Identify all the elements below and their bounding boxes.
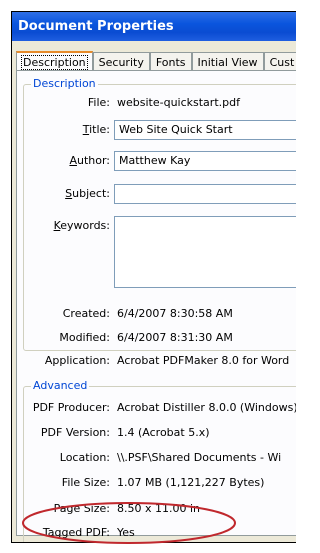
advanced-legend: Advanced [31, 379, 90, 392]
pdf-version-label: PDF Version: [40, 426, 110, 439]
subject-label: Subject: [65, 187, 110, 200]
title-label: Title: [82, 123, 110, 136]
tab-strip: Description Security Fonts Initial View Cust [16, 49, 296, 73]
page-size-value: 8.50 x 11.00 in [117, 502, 201, 515]
subject-field[interactable] [114, 184, 296, 204]
tab-fonts[interactable]: Fonts [149, 52, 192, 71]
application-label: Application: [44, 354, 110, 367]
pdf-version-value: 1.4 (Acrobat 5.x) [117, 426, 210, 439]
file-value: website-quickstart.pdf [117, 96, 240, 109]
location-value: \\.PSF\Shared Documents - Wi [117, 451, 282, 464]
document-properties-window: Document Properties Description Security F… [11, 11, 296, 543]
modified-label: Modified: [59, 331, 110, 344]
file-size-label: File Size: [61, 476, 110, 489]
tagged-pdf-label: Tagged PDF: [42, 526, 110, 539]
tab-initial-view[interactable]: Initial View [191, 52, 264, 71]
tab-security[interactable]: Security [92, 52, 150, 71]
modified-value: 6/4/2007 8:31:30 AM [117, 331, 233, 344]
pdf-producer-label: PDF Producer: [32, 401, 110, 414]
file-size-value: 1.07 MB (1,121,227 Bytes) [117, 476, 265, 489]
author-label: Author: [69, 154, 110, 167]
file-label: File: [87, 96, 110, 109]
application-value: Acrobat PDFMaker 8.0 for Word [117, 354, 290, 367]
page-size-label: Page Size: [53, 502, 110, 515]
author-field[interactable]: Matthew Kay [114, 151, 296, 171]
keywords-field[interactable] [114, 216, 296, 288]
tab-custom[interactable]: Cust [263, 52, 296, 71]
title-field[interactable]: Web Site Quick Start [114, 120, 296, 140]
created-label: Created: [62, 307, 110, 320]
description-legend: Description [31, 77, 98, 90]
keywords-label: Keywords: [53, 219, 110, 232]
pdf-producer-value: Acrobat Distiller 8.0.0 (Windows) [117, 401, 296, 414]
window-title: Document Properties [12, 12, 296, 41]
description-tab-panel: Description File: website-quickstart.pdf… [16, 70, 296, 542]
tagged-pdf-value: Yes [117, 526, 135, 539]
created-value: 6/4/2007 8:30:58 AM [117, 307, 233, 320]
location-label: Location: [59, 451, 110, 464]
